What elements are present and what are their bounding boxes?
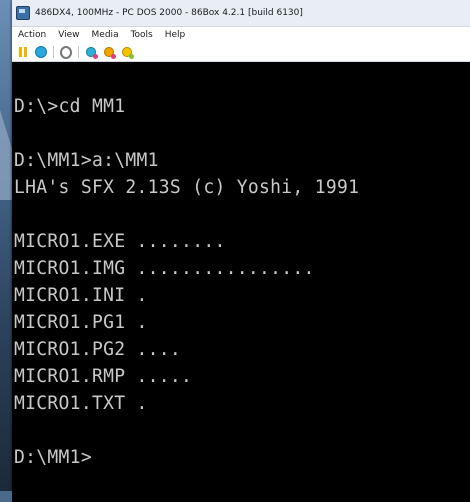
console-line: MICRO1.RMP ..... [14,365,193,388]
pause-icon [19,47,27,57]
settings-icon-2 [104,47,116,59]
power-button[interactable] [60,45,72,59]
emulator-window: 486DX4, 100MHz - PC DOS 2000 - 86Box 4.2… [12,0,470,502]
settings-button-2[interactable] [103,46,116,59]
console-line: D:\>cd MM1 [14,95,126,118]
settings-button-1[interactable] [85,46,98,59]
console-line: MICRO1.EXE ........ [14,230,226,253]
console-line: D:\MM1>a:\MM1 [14,149,159,172]
console-prompt: D:\MM1> [14,446,92,469]
power-icon [60,45,72,59]
app-icon [16,6,30,20]
toolbar-separator [53,46,54,58]
title-bar[interactable]: 486DX4, 100MHz - PC DOS 2000 - 86Box 4.2… [12,0,470,27]
emulator-screen[interactable]: D:\>cd MM1 D:\MM1>a:\MM1 LHA's SFX 2.13S… [12,62,470,502]
pause-button[interactable] [17,46,29,58]
reset-icon [35,46,47,58]
settings-icon-3 [122,47,134,59]
settings-icon-1 [86,47,98,59]
console-line: LHA's SFX 2.13S (c) Yoshi, 1991 [14,176,360,199]
console-line: MICRO1.IMG ................ [14,257,315,280]
menu-action[interactable]: Action [18,30,46,40]
console-line: MICRO1.INI . [14,284,148,307]
menu-media[interactable]: Media [92,30,119,40]
console-line: MICRO1.PG1 . [14,311,148,334]
toolbar-separator [78,46,79,58]
window-title: 486DX4, 100MHz - PC DOS 2000 - 86Box 4.2… [35,8,303,18]
console-line: MICRO1.TXT . [14,392,148,415]
menu-bar: Action View Media Tools Help [12,27,470,43]
console-line: MICRO1.PG2 .... [14,338,182,361]
menu-help[interactable]: Help [165,30,186,40]
settings-button-3[interactable] [121,46,134,59]
reset-button[interactable] [35,46,47,58]
menu-view[interactable]: View [58,30,79,40]
menu-tools[interactable]: Tools [131,30,153,40]
toolbar [12,43,470,62]
